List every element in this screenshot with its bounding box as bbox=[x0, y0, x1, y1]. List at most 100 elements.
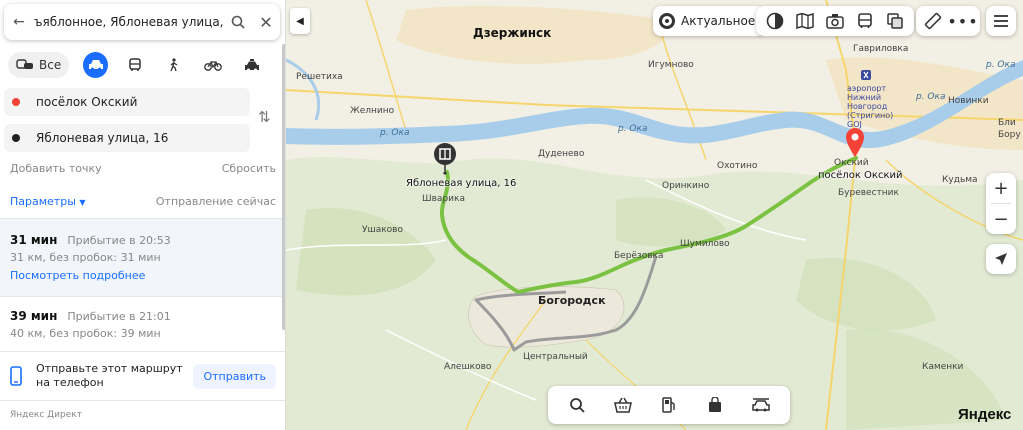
divider bbox=[0, 400, 285, 401]
actual-button[interactable]: Актуальное bbox=[653, 6, 766, 36]
route-details: 40 км, без пробок: 39 мин bbox=[10, 327, 161, 340]
airport-label: аэропорт Нижний Новгород (Стригино) GOJ bbox=[847, 84, 893, 129]
zoom-control: + − bbox=[986, 173, 1016, 234]
plus-icon: + bbox=[993, 177, 1009, 199]
place-reshetikha: Решетиха bbox=[296, 72, 343, 82]
tools-toolbar: ••• bbox=[916, 6, 980, 36]
place-shvarikha: Шварика bbox=[422, 194, 465, 204]
search-nearby-button[interactable] bbox=[554, 386, 600, 424]
end-dot-icon bbox=[12, 134, 20, 142]
route-from-value: посёлок Окский bbox=[36, 95, 138, 109]
route-details-link[interactable]: Посмотреть подробнее bbox=[10, 269, 276, 282]
place-dudenevo: Дуденево bbox=[538, 149, 585, 159]
yandex-logo[interactable]: Яндекс bbox=[958, 406, 1011, 423]
route-from-field[interactable]: посёлок Окский bbox=[4, 88, 250, 116]
place-dzerzhinsk: Дзержинск bbox=[473, 26, 552, 40]
river-label: р. Ока bbox=[916, 92, 946, 102]
place-kamenki: Каменки bbox=[922, 362, 964, 372]
close-icon[interactable]: ✕ bbox=[252, 13, 280, 32]
back-arrow-icon[interactable]: ← bbox=[4, 14, 34, 30]
layers-button[interactable] bbox=[880, 6, 910, 36]
mode-all-button[interactable]: Все bbox=[8, 52, 70, 78]
search-icon[interactable] bbox=[224, 15, 252, 29]
zoom-in-button[interactable]: + bbox=[986, 173, 1016, 203]
place-centralny: Центральный bbox=[523, 352, 588, 362]
more-dots-icon: ••• bbox=[947, 11, 979, 31]
place-bogorodsk: Богородск bbox=[538, 294, 606, 307]
mode-all-label: Все bbox=[39, 58, 62, 72]
mode-taxi-button[interactable] bbox=[239, 52, 264, 78]
shopping-bag-icon bbox=[709, 397, 721, 412]
pedestrian-icon bbox=[169, 58, 177, 72]
route-time: 31 мин bbox=[10, 233, 58, 247]
location-arrow-icon bbox=[995, 253, 1007, 265]
route-to-value: Яблоневая улица, 16 bbox=[36, 131, 169, 145]
more-button[interactable]: ••• bbox=[947, 6, 979, 36]
transit-layer-button[interactable] bbox=[850, 6, 880, 36]
reset-link[interactable]: Сбросить bbox=[222, 162, 276, 175]
airport-label-line: аэропорт bbox=[847, 84, 887, 93]
map-layer-button[interactable] bbox=[790, 6, 820, 36]
place-okhotino: Охотино bbox=[717, 161, 758, 171]
route-option-2[interactable]: 39 мин Прибытие в 21:01 40 км, без пробок… bbox=[0, 297, 285, 351]
route-details: 31 км, без пробок: 31 мин bbox=[10, 251, 161, 264]
fuel-icon bbox=[662, 397, 675, 413]
shopping-button[interactable] bbox=[692, 386, 738, 424]
panorama-layer-button[interactable] bbox=[820, 6, 850, 36]
send-to-phone-row: Отправьте этот маршрут на телефон Отправ… bbox=[0, 352, 285, 400]
route-options: Параметры ▼ Отправление сейчас bbox=[10, 195, 276, 208]
car-icon bbox=[88, 60, 103, 71]
search-input[interactable]: ъяблонное, Яблоневая улица, 16 bbox=[34, 15, 224, 29]
layers-icon bbox=[887, 13, 903, 29]
swap-points-icon[interactable]: ⇅ bbox=[258, 108, 271, 126]
map-book-icon bbox=[796, 13, 814, 29]
phone-icon bbox=[10, 366, 22, 386]
mode-walk-button[interactable] bbox=[161, 52, 186, 78]
place-aleshkovo: Алешково bbox=[444, 362, 492, 372]
ruler-button[interactable] bbox=[918, 6, 948, 36]
my-location-button[interactable] bbox=[986, 244, 1016, 274]
add-point-link[interactable]: Добавить точку bbox=[10, 162, 102, 175]
parameters-dropdown[interactable]: Параметры ▼ bbox=[10, 195, 86, 208]
minus-icon: − bbox=[993, 208, 1009, 230]
menu-button[interactable] bbox=[986, 6, 1016, 36]
ruler-icon bbox=[924, 12, 942, 30]
mode-bike-button[interactable] bbox=[200, 52, 225, 78]
route-option-1[interactable]: 31 мин Прибытие в 20:53 31 км, без пробок… bbox=[0, 219, 285, 296]
car-service-button[interactable] bbox=[738, 386, 784, 424]
zoom-out-button[interactable]: − bbox=[986, 204, 1016, 234]
route-arrival: Прибытие в 20:53 bbox=[67, 234, 171, 247]
departure-selector[interactable]: Отправление сейчас bbox=[156, 195, 276, 208]
destination-pin-icon[interactable] bbox=[433, 142, 457, 179]
map-view[interactable]: Дзержинск Гавриловка Игумново Решетиха Ж… bbox=[286, 0, 1023, 430]
mode-bus-button[interactable] bbox=[122, 52, 147, 78]
bus-icon bbox=[858, 13, 872, 28]
chevron-down-icon: ▼ bbox=[79, 198, 86, 207]
layers-toolbar bbox=[756, 6, 914, 36]
fuel-button[interactable] bbox=[646, 386, 692, 424]
route-arrival: Прибытие в 21:01 bbox=[67, 310, 171, 323]
basket-icon bbox=[614, 397, 632, 413]
place-gavrilovka: Гавриловка bbox=[853, 44, 909, 54]
place-ushakovo: Ушаково bbox=[362, 225, 403, 235]
start-pin-icon[interactable] bbox=[844, 126, 866, 161]
route-to-field[interactable]: Яблоневая улица, 16 bbox=[4, 124, 250, 152]
actual-label: Актуальное bbox=[681, 14, 756, 28]
camera-icon bbox=[826, 14, 844, 29]
traffic-layer-button[interactable] bbox=[760, 6, 790, 36]
place-bor: Бору bbox=[998, 130, 1021, 140]
search-icon bbox=[570, 398, 585, 413]
mode-car-button[interactable] bbox=[83, 52, 109, 78]
river-label: р. Ока bbox=[380, 128, 410, 138]
route-panel: ← ъяблонное, Яблоневая улица, 16 ✕ Все п… bbox=[0, 0, 286, 430]
place-blin: Бли bbox=[998, 118, 1016, 128]
collapse-panel-button[interactable]: ◀ bbox=[290, 8, 310, 34]
traffic-icon bbox=[766, 12, 784, 30]
search-bar[interactable]: ← ъяблонное, Яблоневая улица, 16 ✕ bbox=[4, 4, 280, 40]
send-to-phone-line-1: Отправьте этот маршрут bbox=[36, 362, 183, 375]
shops-button[interactable] bbox=[600, 386, 646, 424]
ad-label: Яндекс Директ bbox=[10, 410, 82, 420]
chevron-left-icon: ◀ bbox=[296, 15, 304, 27]
send-button[interactable]: Отправить bbox=[193, 363, 276, 389]
category-toolbar bbox=[548, 386, 790, 424]
